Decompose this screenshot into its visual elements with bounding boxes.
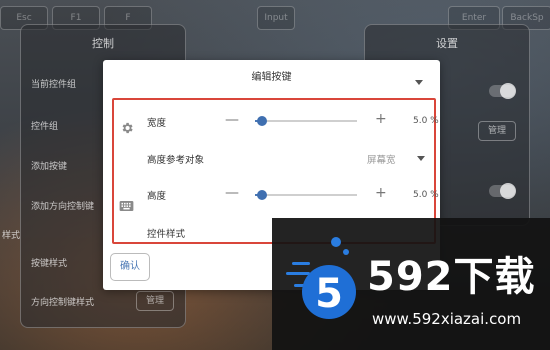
current-control-group-label[interactable]: 当前控件组 bbox=[31, 77, 76, 90]
logo-digit: 5 bbox=[315, 271, 343, 317]
width-increase-button[interactable]: + bbox=[375, 112, 387, 126]
dialog-title: 编辑按键 bbox=[251, 72, 292, 83]
height-increase-button[interactable]: + bbox=[375, 186, 387, 200]
settings-toggle-1[interactable] bbox=[489, 83, 516, 99]
watermark-url: www.592xiazai.com bbox=[372, 310, 522, 328]
gear-icon bbox=[122, 122, 133, 134]
control-group-label[interactable]: 控件组 bbox=[31, 119, 58, 132]
height-reference-label: 高度参考对象 bbox=[147, 155, 205, 166]
width-slider[interactable] bbox=[255, 116, 357, 126]
chevron-down-icon[interactable] bbox=[417, 156, 425, 161]
add-direction-key-label[interactable]: 添加方向控制键 bbox=[31, 199, 94, 212]
height-reference-select[interactable]: 屏幕宽 bbox=[367, 152, 396, 166]
settings-toggle-2[interactable] bbox=[489, 183, 516, 199]
watermark-overlay: 5 592下载 www.592xiazai.com bbox=[272, 218, 550, 350]
key-input[interactable]: Input bbox=[257, 6, 295, 30]
key-style-label[interactable]: 按键样式 bbox=[31, 256, 67, 269]
settings-manage-button[interactable]: 管理 bbox=[478, 121, 516, 141]
height-value: 5.0 % bbox=[413, 190, 439, 200]
keyboard-icon bbox=[119, 201, 134, 211]
direction-style-manage-button[interactable]: 管理 bbox=[136, 291, 174, 311]
confirm-button[interactable]: 确认 bbox=[110, 253, 150, 281]
height-slider[interactable] bbox=[255, 190, 357, 200]
settings-panel-title: 设置 bbox=[436, 37, 458, 50]
height-label: 高度 bbox=[147, 191, 167, 202]
width-decrease-button[interactable]: — bbox=[225, 113, 239, 127]
side-style-label: 样式 bbox=[2, 231, 21, 241]
height-decrease-button[interactable]: — bbox=[225, 186, 239, 200]
control-panel-title: 控制 bbox=[92, 37, 114, 50]
width-label: 宽度 bbox=[147, 118, 167, 129]
watermark-brand: 592下载 bbox=[367, 254, 536, 300]
dialog-dropdown-icon[interactable] bbox=[415, 80, 423, 85]
width-value: 5.0 % bbox=[413, 116, 439, 126]
add-key-label[interactable]: 添加按键 bbox=[31, 159, 67, 172]
direction-key-style-label[interactable]: 方向控制键样式 bbox=[31, 295, 94, 308]
brand-logo: 5 bbox=[286, 237, 356, 319]
control-style-label: 控件样式 bbox=[147, 229, 186, 240]
